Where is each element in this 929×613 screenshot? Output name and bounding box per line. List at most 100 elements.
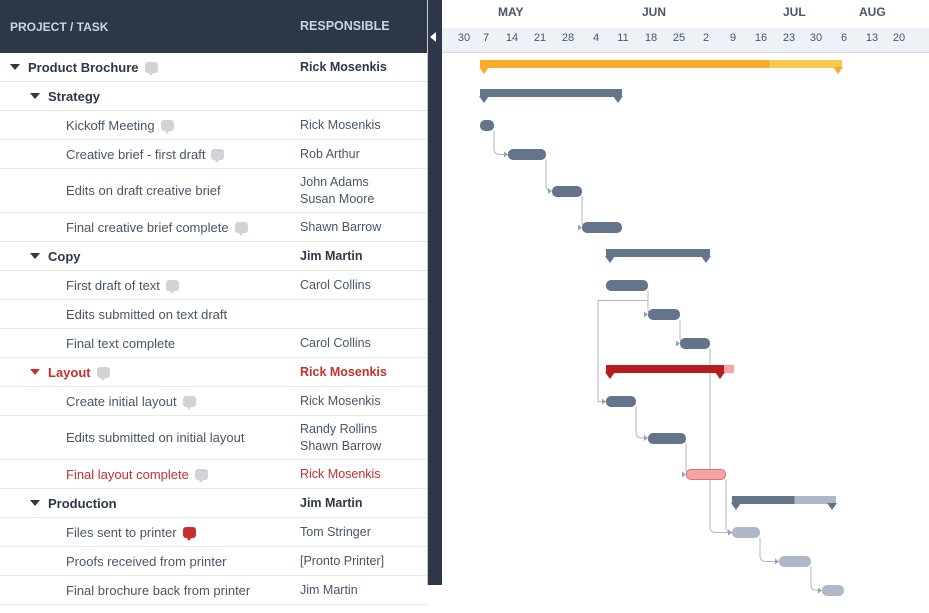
month-label: JUL xyxy=(783,5,806,19)
responsible-cell[interactable]: Tom Stringer xyxy=(300,524,427,540)
responsible-cell[interactable]: Rick Mosenkis xyxy=(300,364,427,380)
responsible-cell[interactable]: [Pronto Printer] xyxy=(300,553,427,569)
task-bar[interactable] xyxy=(822,585,844,596)
task-name[interactable]: Production xyxy=(48,496,117,511)
day-label: 7 xyxy=(475,32,497,44)
task-row[interactable]: Edits submitted on text draft xyxy=(0,300,427,329)
task-bar[interactable] xyxy=(686,469,726,480)
gantt-panel: MAYJUNJULAUG 307142128411182529162330613… xyxy=(428,0,929,585)
task-bar[interactable] xyxy=(606,280,648,291)
task-row[interactable]: Files sent to printer Tom Stringer xyxy=(0,518,427,547)
responsible-cell[interactable]: Rick Mosenkis xyxy=(300,393,427,409)
task-name[interactable]: Final text complete xyxy=(66,336,175,351)
responsible-cell[interactable]: Rick Mosenkis xyxy=(300,59,427,75)
gantt-chart[interactable] xyxy=(442,53,929,585)
responsible-cell[interactable]: Randy RollinsShawn Barrow xyxy=(300,421,427,454)
month-label: JUN xyxy=(642,5,666,19)
task-row[interactable]: Final creative brief complete Shawn Barro… xyxy=(0,213,427,242)
task-name[interactable]: Kickoff Meeting xyxy=(66,118,155,133)
day-label: 9 xyxy=(722,32,744,44)
summary-bar[interactable] xyxy=(606,249,710,257)
responsible-cell[interactable]: Rob Arthur xyxy=(300,146,427,162)
task-name[interactable]: Edits on draft creative brief xyxy=(66,183,221,198)
task-bar[interactable] xyxy=(552,186,582,197)
task-name[interactable]: Layout xyxy=(48,365,91,380)
task-name[interactable]: Product Brochure xyxy=(28,60,139,75)
task-name[interactable]: Files sent to printer xyxy=(66,525,177,540)
responsible-cell[interactable]: Carol Collins xyxy=(300,335,427,351)
comment-icon[interactable] xyxy=(145,62,158,73)
task-name[interactable]: Create initial layout xyxy=(66,394,177,409)
comment-icon[interactable] xyxy=(235,222,248,233)
task-row[interactable]: Layout Rick Mosenkis xyxy=(0,358,427,387)
summary-bar[interactable] xyxy=(606,365,724,373)
task-name[interactable]: Copy xyxy=(48,249,81,264)
task-name[interactable]: Proofs received from printer xyxy=(66,554,226,569)
task-bar[interactable] xyxy=(680,338,710,349)
comment-icon[interactable] xyxy=(166,280,179,291)
task-bar[interactable] xyxy=(582,222,622,233)
expand-toggle-icon[interactable] xyxy=(30,369,40,375)
task-bar[interactable] xyxy=(779,556,811,567)
expand-toggle-icon[interactable] xyxy=(10,64,20,70)
task-name[interactable]: Final creative brief complete xyxy=(66,220,229,235)
comment-icon[interactable] xyxy=(97,367,110,378)
task-bar[interactable] xyxy=(648,433,686,444)
task-row[interactable]: Edits submitted on initial layout Randy R… xyxy=(0,416,427,460)
responsible-cell[interactable]: Rick Mosenkis xyxy=(300,466,427,482)
summary-bar[interactable] xyxy=(480,89,622,97)
task-name[interactable]: First draft of text xyxy=(66,278,160,293)
comment-icon[interactable] xyxy=(161,120,174,131)
task-row[interactable]: Create initial layout Rick Mosenkis xyxy=(0,387,427,416)
task-row[interactable]: Proofs received from printer [Pronto Prin… xyxy=(0,547,427,576)
expand-toggle-icon[interactable] xyxy=(30,500,40,506)
responsible-cell[interactable]: Jim Martin xyxy=(300,582,427,598)
task-list-header: PROJECT / TASK RESPONSIBLE xyxy=(0,0,427,53)
task-row[interactable]: Final brochure back from printerJim Mart… xyxy=(0,576,427,605)
month-label: AUG xyxy=(859,5,886,19)
task-bar[interactable] xyxy=(480,120,494,131)
task-row[interactable]: Final layout complete Rick Mosenkis xyxy=(0,460,427,489)
task-row[interactable]: Production Jim Martin xyxy=(0,489,427,518)
comment-icon[interactable] xyxy=(183,396,196,407)
task-row[interactable]: Creative brief - first draft Rob Arthur xyxy=(0,140,427,169)
expand-toggle-icon[interactable] xyxy=(30,253,40,259)
task-bar[interactable] xyxy=(606,396,636,407)
responsible-cell[interactable]: John AdamsSusan Moore xyxy=(300,174,427,207)
responsible-cell[interactable]: Carol Collins xyxy=(300,277,427,293)
task-bar[interactable] xyxy=(732,527,760,538)
task-row[interactable]: First draft of text Carol Collins xyxy=(0,271,427,300)
collapse-left-icon[interactable] xyxy=(430,32,436,42)
day-label: 4 xyxy=(585,32,607,44)
task-name[interactable]: Edits submitted on initial layout xyxy=(66,430,244,445)
task-row[interactable]: Final text complete Carol Collins xyxy=(0,329,427,358)
task-bar[interactable] xyxy=(648,309,680,320)
responsible-cell[interactable]: Rick Mosenkis xyxy=(300,117,427,133)
day-label: 30 xyxy=(453,32,475,44)
task-bar[interactable] xyxy=(508,149,546,160)
task-row[interactable]: Copy Jim Martin xyxy=(0,242,427,271)
comment-icon[interactable] xyxy=(195,469,208,480)
task-name[interactable]: Creative brief - first draft xyxy=(66,147,205,162)
task-name[interactable]: Final layout complete xyxy=(66,467,189,482)
month-label: MAY xyxy=(498,5,524,19)
summary-bar[interactable] xyxy=(480,60,842,68)
header-responsible: RESPONSIBLE xyxy=(300,18,427,34)
day-label: 21 xyxy=(529,32,551,44)
task-row[interactable]: Product Brochure Rick Mosenkis xyxy=(0,53,427,82)
responsible-cell[interactable]: Jim Martin xyxy=(300,248,427,264)
responsible-cell[interactable]: Shawn Barrow xyxy=(300,219,427,235)
summary-bar[interactable] xyxy=(732,496,836,504)
responsible-cell[interactable]: Jim Martin xyxy=(300,495,427,511)
day-label: 16 xyxy=(750,32,772,44)
task-row[interactable]: Strategy xyxy=(0,82,427,111)
expand-toggle-icon[interactable] xyxy=(30,93,40,99)
task-row[interactable]: Kickoff Meeting Rick Mosenkis xyxy=(0,111,427,140)
day-label: 13 xyxy=(861,32,883,44)
panel-divider[interactable] xyxy=(428,0,442,585)
task-row[interactable]: Edits on draft creative brief John AdamsS… xyxy=(0,169,427,213)
task-name[interactable]: Strategy xyxy=(48,89,100,104)
task-name[interactable]: Edits submitted on text draft xyxy=(66,307,227,322)
comment-icon[interactable] xyxy=(211,149,224,160)
comment-icon[interactable] xyxy=(183,527,196,538)
